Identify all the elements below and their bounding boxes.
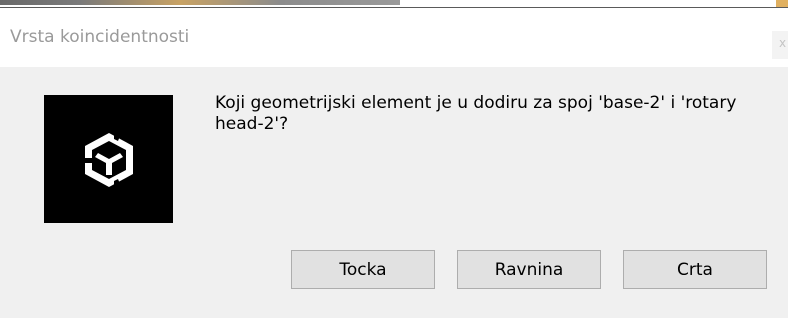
background-window-strip [0,0,788,9]
crta-button[interactable]: Crta [623,250,767,289]
unity-logo-icon [44,95,173,223]
dialog-message: Koji geometrijski element je u dodiru za… [215,93,737,134]
dialog-titlebar[interactable]: Vrsta koincidentnosti x [0,9,788,67]
tocka-button[interactable]: Tocka [291,250,435,289]
close-button[interactable]: x [772,31,788,59]
coincidence-type-dialog: Vrsta koincidentnosti x Koji geometrijsk… [0,9,788,318]
ravnina-button[interactable]: Ravnina [457,250,601,289]
dialog-title: Vrsta koincidentnosti [10,27,190,47]
unity-logo-glyph [81,131,133,189]
background-window-content [0,0,400,5]
background-window-border [0,7,788,8]
close-icon: x [779,36,787,50]
background-window-accent [776,0,788,7]
